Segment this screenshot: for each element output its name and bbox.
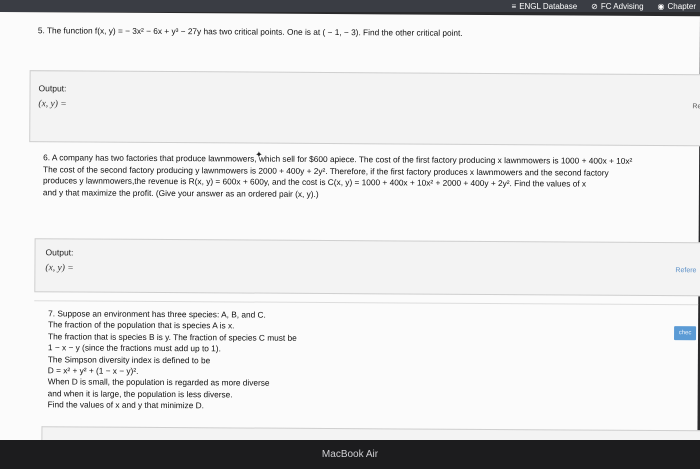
question-6-output-box: Output: (x, y) = Refere: [34, 238, 700, 297]
bezel-label: MacBook Air: [321, 449, 379, 460]
reference-link[interactable]: Refere: [675, 267, 696, 274]
homework-page: 5. The function f(x, y) = − 3x² − 6x + y…: [0, 12, 700, 452]
bookmark-label: FC Advising: [600, 1, 644, 11]
answer-xy-label: (x, y) =: [38, 99, 67, 110]
question-5-text: 5. The function f(x, y) = − 3x² − 6x + y…: [37, 25, 463, 38]
divider: [34, 300, 699, 306]
output-label: Output:: [45, 247, 74, 258]
laptop-bezel: MacBook Air: [0, 440, 700, 469]
browser-bookmarks-bar: ≡ ENGL Database ⊘ FC Advising ◉ Chapter: [0, 0, 700, 12]
reference-link[interactable]: Re: [692, 103, 700, 110]
globe-icon: ◉: [657, 1, 665, 11]
answer-xy-label: (x, y) =: [45, 263, 74, 274]
question-7-text: 7. Suppose an environment has three spec…: [48, 308, 369, 413]
bookmark-label: ENGL Database: [519, 1, 578, 11]
bookmark-fc-advising[interactable]: ⊘ FC Advising: [591, 2, 643, 11]
bookmark-engl-database[interactable]: ≡ ENGL Database: [512, 2, 578, 11]
question-5-output-box: Output: (x, y) = Re: [29, 70, 700, 147]
link-icon: ⊘: [591, 1, 598, 11]
question-7-line: Find the values of x and y that minimize…: [47, 399, 204, 411]
menu-icon: ≡: [511, 1, 517, 11]
question-6-text: 6. A company has two factories that prod…: [43, 152, 693, 202]
bookmark-chapter[interactable]: ◉ Chapter: [658, 2, 696, 11]
output-label: Output:: [38, 83, 67, 94]
check-answer-button[interactable]: chec: [674, 326, 697, 341]
bookmark-label: Chapter: [667, 1, 696, 11]
